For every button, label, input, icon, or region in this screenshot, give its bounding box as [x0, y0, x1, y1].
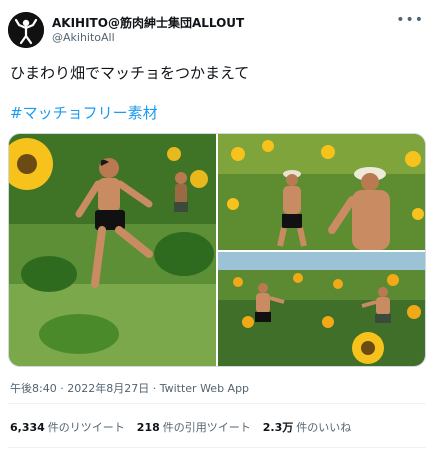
sunflower-field-photo-image [9, 134, 216, 366]
engagement-stats: 6,334 件のリツイート 218 件の引用ツイート 2.3万 件のいいね [10, 419, 363, 435]
tweet-header: AKIHITO@筋肉紳士集団ALLOUT @AkihitoAll ••• [8, 10, 426, 50]
divider [8, 403, 426, 404]
tweet-text: ひまわり畑でマッチョをつかまえて [10, 64, 250, 82]
photo-3[interactable] [218, 252, 425, 366]
meta-separator: · [56, 382, 68, 395]
tweet-metadata: 午後8:40 · 2022年8月27日 · Twitter Web App [10, 380, 249, 396]
flexing-figure-icon [8, 12, 44, 48]
meta-separator: · [149, 382, 160, 395]
author-handle[interactable]: @AkihitoAll [52, 31, 115, 44]
quotes-stat[interactable]: 218 件の引用ツイート [137, 419, 251, 435]
sunflower-field-photo-image [218, 134, 425, 250]
likes-label: 件のいいね [296, 421, 352, 434]
quotes-count: 218 [136, 421, 160, 434]
hashtag-link[interactable]: #マッチョフリー素材 [10, 102, 158, 123]
avatar[interactable] [8, 12, 44, 48]
photo-1[interactable] [9, 134, 216, 366]
tweet-client[interactable]: Twitter Web App [160, 382, 249, 395]
author-display-name[interactable]: AKIHITO@筋肉紳士集団ALLOUT [52, 14, 244, 31]
retweets-count: 6,334 [10, 421, 45, 434]
divider [8, 447, 426, 448]
sunflower-field-photo-image [218, 252, 425, 366]
likes-stat[interactable]: 2.3万 件のいいね [263, 419, 352, 435]
media-grid [8, 133, 426, 367]
retweets-stat[interactable]: 6,334 件のリツイート [10, 419, 125, 435]
tweet-time[interactable]: 午後8:40 [10, 382, 57, 395]
retweets-label: 件のリツイート [47, 421, 125, 434]
photo-2[interactable] [218, 134, 425, 250]
tweet-date[interactable]: 2022年8月27日 [67, 382, 149, 395]
more-options-icon[interactable]: ••• [396, 12, 424, 28]
likes-count: 2.3万 [262, 421, 294, 434]
quotes-label: 件の引用ツイート [162, 421, 251, 434]
